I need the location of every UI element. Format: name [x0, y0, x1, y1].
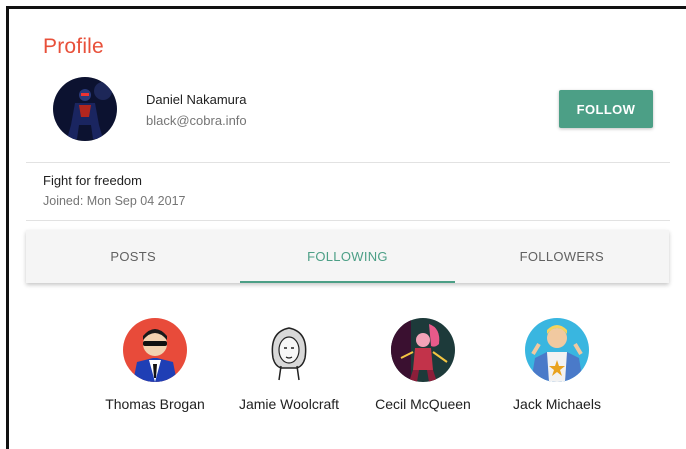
following-name: Thomas Brogan — [105, 396, 205, 412]
following-item[interactable]: Jamie Woolcraft — [224, 318, 354, 412]
profile-email: black@cobra.info — [146, 113, 247, 128]
following-item[interactable]: Thomas Brogan — [90, 318, 220, 412]
following-name: Jack Michaels — [513, 396, 601, 412]
following-item[interactable]: Cecil McQueen — [358, 318, 488, 412]
following-avatar[interactable] — [525, 318, 589, 382]
following-name: Cecil McQueen — [375, 396, 471, 412]
divider — [26, 162, 670, 163]
joined-date: Joined: Mon Sep 04 2017 — [43, 194, 186, 208]
following-item[interactable]: Jack Michaels — [492, 318, 622, 412]
follow-button[interactable]: FOLLOW — [559, 90, 653, 128]
following-avatar[interactable] — [123, 318, 187, 382]
tab-posts[interactable]: POSTS — [26, 230, 240, 283]
divider — [26, 220, 670, 221]
profile-bio: Fight for freedom — [43, 173, 142, 188]
page-title: Profile — [43, 35, 104, 58]
tab-following[interactable]: FOLLOWING — [240, 230, 455, 283]
profile-tabs: POSTS FOLLOWING FOLLOWERS — [26, 230, 669, 283]
tab-followers[interactable]: FOLLOWERS — [455, 230, 669, 283]
profile-name: Daniel Nakamura — [146, 92, 247, 107]
following-avatar[interactable] — [257, 318, 321, 382]
following-name: Jamie Woolcraft — [238, 396, 340, 412]
following-avatar[interactable] — [391, 318, 455, 382]
profile-avatar — [53, 77, 117, 141]
